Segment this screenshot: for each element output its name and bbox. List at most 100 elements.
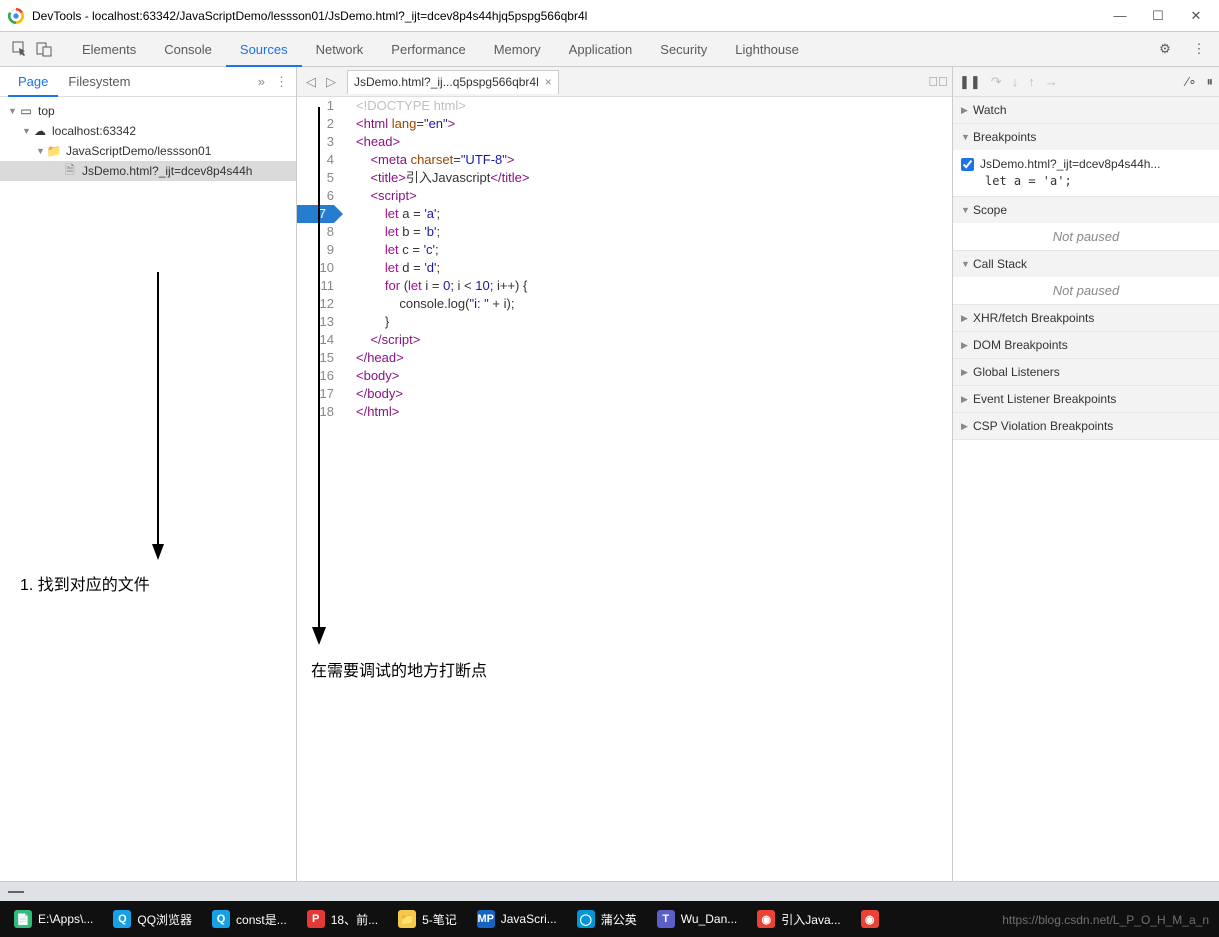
- code-line[interactable]: let c = 'c';: [356, 241, 952, 259]
- tree-folder[interactable]: ▼📁JavaScriptDemo/lessson01: [0, 141, 296, 161]
- code-line[interactable]: <html lang="en">: [356, 115, 952, 133]
- nav-tab-filesystem[interactable]: Filesystem: [58, 67, 140, 97]
- gutter-line[interactable]: 11: [297, 277, 334, 295]
- taskbar-item[interactable]: MPJavaScri...: [469, 904, 565, 934]
- minimize-button[interactable]: —: [1113, 9, 1127, 23]
- code-line[interactable]: <body>: [356, 367, 952, 385]
- devtools-icon: [8, 8, 24, 24]
- code-editor[interactable]: 123456789101112131415161718 <!DOCTYPE ht…: [297, 97, 952, 881]
- code-line[interactable]: <meta charset="UTF-8">: [356, 151, 952, 169]
- code-line[interactable]: }: [356, 313, 952, 331]
- gutter-line[interactable]: 14: [297, 331, 334, 349]
- taskbar-item[interactable]: ◯蒲公英: [569, 904, 645, 934]
- tab-performance[interactable]: Performance: [377, 32, 479, 67]
- code-line[interactable]: <head>: [356, 133, 952, 151]
- tree-root[interactable]: ▼▭top: [0, 101, 296, 121]
- nav-tab-page[interactable]: Page: [8, 67, 58, 97]
- code-line[interactable]: </html>: [356, 403, 952, 421]
- code-line[interactable]: </body>: [356, 385, 952, 403]
- tab-security[interactable]: Security: [646, 32, 721, 67]
- taskbar-item[interactable]: P18、前...: [299, 904, 386, 934]
- editor-tab-close-icon[interactable]: ×: [545, 75, 552, 89]
- step-over-icon[interactable]: ↷: [991, 74, 1002, 90]
- tab-elements[interactable]: Elements: [68, 32, 150, 67]
- tab-console[interactable]: Console: [150, 32, 226, 67]
- tab-lighthouse[interactable]: Lighthouse: [721, 32, 813, 67]
- gutter-line[interactable]: 4: [297, 151, 334, 169]
- nav-menu-icon[interactable]: ⋮: [275, 74, 288, 90]
- gutter-line[interactable]: 3: [297, 133, 334, 151]
- taskbar-item[interactable]: TWu_Dan...: [649, 904, 745, 934]
- gutter-line[interactable]: 15: [297, 349, 334, 367]
- section-global[interactable]: ▶Global Listeners: [953, 359, 1219, 385]
- breakpoint-item[interactable]: JsDemo.html?_ijt=dcev8p4s44h...: [961, 154, 1211, 174]
- gutter-line[interactable]: 10: [297, 259, 334, 277]
- nav-prev-icon[interactable]: ◁: [301, 74, 321, 90]
- gutter-line[interactable]: 5: [297, 169, 334, 187]
- gutter-line[interactable]: 8: [297, 223, 334, 241]
- taskbar-item[interactable]: 📁5-笔记: [390, 904, 465, 934]
- more-icon[interactable]: ⋮: [1187, 37, 1211, 61]
- gutter-line[interactable]: 16: [297, 367, 334, 385]
- gutter-line[interactable]: 18: [297, 403, 334, 421]
- taskbar-label: JavaScri...: [501, 912, 557, 926]
- pause-exceptions-icon[interactable]: ⏸: [1207, 74, 1214, 90]
- maximize-button[interactable]: ☐: [1151, 9, 1165, 23]
- code-line[interactable]: let a = 'a';: [356, 205, 952, 223]
- section-watch[interactable]: ▶Watch: [953, 97, 1219, 123]
- code-line[interactable]: <!DOCTYPE html>: [356, 97, 952, 115]
- tree-file[interactable]: 🗎JsDemo.html?_ijt=dcev8p4s44h: [0, 161, 296, 181]
- tab-memory[interactable]: Memory: [480, 32, 555, 67]
- gutter-line[interactable]: 9: [297, 241, 334, 259]
- section-xhr[interactable]: ▶XHR/fetch Breakpoints: [953, 305, 1219, 331]
- taskbar-app-icon: Q: [113, 910, 131, 928]
- taskbar-item[interactable]: ◉引入Java...: [749, 904, 848, 934]
- step-icon[interactable]: →: [1045, 74, 1058, 89]
- tab-network[interactable]: Network: [302, 32, 378, 67]
- tree-host[interactable]: ▼☁localhost:63342: [0, 121, 296, 141]
- code-line[interactable]: </head>: [356, 349, 952, 367]
- pause-icon[interactable]: ❚❚: [959, 74, 981, 90]
- section-scope[interactable]: ▼Scope: [953, 197, 1219, 223]
- taskbar-item[interactable]: ◉: [853, 904, 887, 934]
- gutter-line[interactable]: 2: [297, 115, 334, 133]
- step-into-icon[interactable]: ↓: [1012, 74, 1019, 89]
- close-button[interactable]: ✕: [1189, 9, 1203, 23]
- tab-sources[interactable]: Sources: [226, 32, 302, 67]
- gutter-line[interactable]: 1: [297, 97, 334, 115]
- step-out-icon[interactable]: ↑: [1028, 74, 1035, 89]
- section-dom[interactable]: ▶DOM Breakpoints: [953, 332, 1219, 358]
- run-snippet-icon[interactable]: ▶⃞: [928, 74, 948, 89]
- inspect-icon[interactable]: [8, 37, 32, 61]
- code-line[interactable]: let b = 'b';: [356, 223, 952, 241]
- tab-application[interactable]: Application: [555, 32, 647, 67]
- nav-next-icon[interactable]: ▷: [321, 74, 341, 90]
- code-line[interactable]: </script>: [356, 331, 952, 349]
- taskbar-item[interactable]: Qconst是...: [204, 904, 295, 934]
- gutter-line[interactable]: 7: [297, 205, 334, 223]
- code-line[interactable]: <script>: [356, 187, 952, 205]
- code-line[interactable]: <title>引入Javascript</title>: [356, 169, 952, 187]
- section-callstack[interactable]: ▼Call Stack: [953, 251, 1219, 277]
- section-breakpoints[interactable]: ▼Breakpoints: [953, 124, 1219, 150]
- device-toggle-icon[interactable]: [32, 37, 56, 61]
- section-csp[interactable]: ▶CSP Violation Breakpoints: [953, 413, 1219, 439]
- code-line[interactable]: let d = 'd';: [356, 259, 952, 277]
- gutter-line[interactable]: 12: [297, 295, 334, 313]
- console-drawer-handle[interactable]: [0, 881, 1219, 901]
- settings-icon[interactable]: ⚙: [1153, 37, 1177, 61]
- code-line[interactable]: console.log("i: " + i);: [356, 295, 952, 313]
- taskbar-label: E:\Apps\...: [38, 912, 93, 926]
- window-title: DevTools - localhost:63342/JavaScriptDem…: [32, 9, 1113, 23]
- breakpoint-checkbox[interactable]: [961, 158, 974, 171]
- gutter-line[interactable]: 6: [297, 187, 334, 205]
- taskbar-item[interactable]: 📄E:\Apps\...: [6, 904, 101, 934]
- taskbar-item[interactable]: QQQ浏览器: [105, 904, 200, 934]
- deactivate-breakpoints-icon[interactable]: ⁄∘: [1186, 74, 1196, 90]
- section-event[interactable]: ▶Event Listener Breakpoints: [953, 386, 1219, 412]
- code-line[interactable]: for (let i = 0; i < 10; i++) {: [356, 277, 952, 295]
- editor-tab[interactable]: JsDemo.html?_ij...q5pspg566qbr4l ×: [347, 70, 559, 94]
- gutter-line[interactable]: 13: [297, 313, 334, 331]
- gutter-line[interactable]: 17: [297, 385, 334, 403]
- nav-more-icon[interactable]: »: [258, 74, 265, 89]
